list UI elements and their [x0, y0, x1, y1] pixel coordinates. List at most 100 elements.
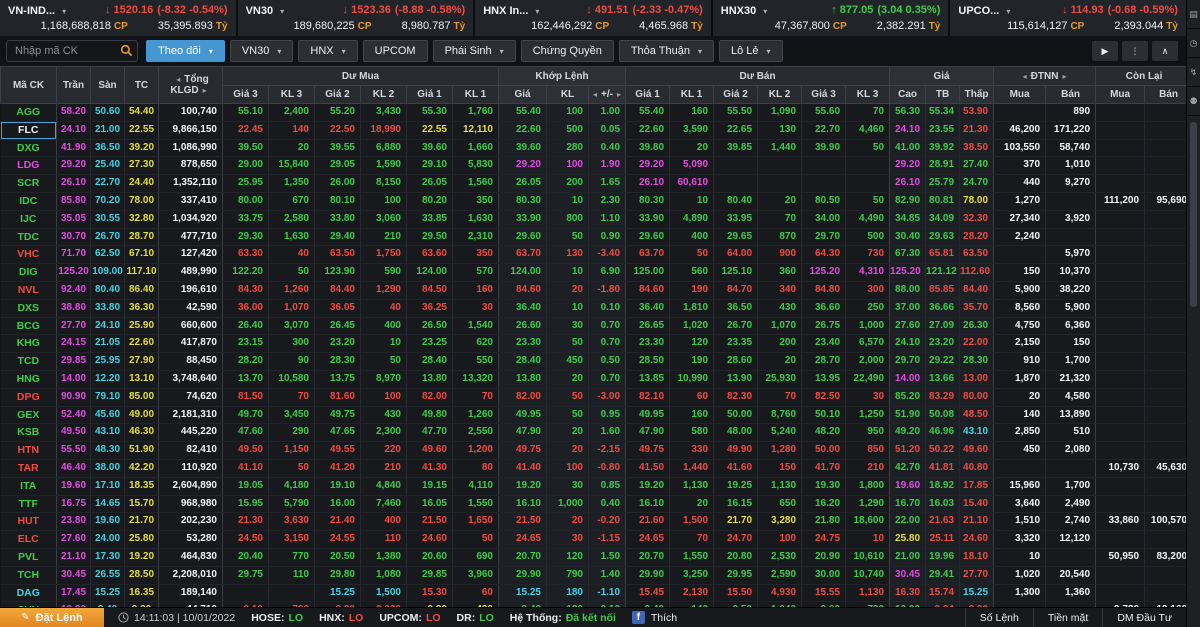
ticker-cell-DPG[interactable]: DPG	[1, 388, 57, 406]
ticker-cell-DXG[interactable]: DXG	[1, 139, 57, 157]
chevron-down-icon: ▾	[767, 47, 771, 56]
ticker-cell-ITA[interactable]: ITA	[1, 477, 57, 495]
tab-upcom[interactable]: UPCOM	[363, 40, 428, 62]
data-cell: 58,740	[1046, 139, 1096, 157]
tab-hnx[interactable]: HNX▾	[298, 40, 357, 62]
scroll-right-icon[interactable]: ▸	[1062, 72, 1066, 81]
ticker-cell-GEX[interactable]: GEX	[1, 406, 57, 424]
data-cell: 19.30	[802, 477, 846, 495]
search-input[interactable]	[6, 40, 138, 62]
data-cell: 63.60	[407, 246, 453, 264]
data-cell: 17.85	[960, 477, 994, 495]
data-cell: 48.00	[714, 424, 758, 442]
ticker-cell-DXS[interactable]: DXS	[1, 299, 57, 317]
alert-icon[interactable]: ◷	[1187, 29, 1200, 58]
data-cell: 51.90	[125, 442, 159, 460]
ticker-cell-ELC[interactable]: ELC	[1, 531, 57, 549]
tab-phái-sinh[interactable]: Phái Sinh▾	[433, 40, 516, 62]
scroll-right-icon[interactable]: ▸	[617, 90, 621, 99]
ticker-cell-AGG[interactable]: AGG	[1, 104, 57, 122]
vertical-scrollbar[interactable]	[1190, 122, 1197, 307]
ticker-cell-LDG[interactable]: LDG	[1, 157, 57, 175]
data-cell: 1,020	[670, 317, 714, 335]
ticker-cell-TAR[interactable]: TAR	[1, 459, 57, 477]
board-tabs: Theo dõi▾VN30▾HNX▾ UPCOMPhái Sinh▾Chứng Q…	[146, 40, 788, 62]
footer-link-portfolio[interactable]: DM Đầu Tư	[1102, 608, 1186, 627]
footer-link-orders[interactable]: Số Lệnh	[965, 608, 1033, 627]
ticker-cell-DAG[interactable]: DAG	[1, 584, 57, 602]
facebook-icon[interactable]: f	[632, 611, 645, 624]
data-cell: 430	[758, 299, 802, 317]
data-cell: -2.15	[589, 442, 626, 460]
ticker-cell-FLC[interactable]: FLC	[1, 121, 57, 139]
ticker-cell-SCR[interactable]: SCR	[1, 175, 57, 193]
data-cell: 26.75	[802, 317, 846, 335]
data-cell: 35.05	[57, 210, 91, 228]
index-value: ↓ 1523.36(-8.88 -0.58%)	[343, 4, 466, 16]
ticker-cell-PVL[interactable]: PVL	[1, 548, 57, 566]
sub-header-thp: Thấp	[960, 86, 994, 104]
data-cell: 16.00	[315, 495, 361, 513]
data-cell: 47.90	[626, 424, 670, 442]
data-cell: 160	[670, 406, 714, 424]
flash-icon[interactable]: ↯	[1187, 58, 1200, 87]
tab-chứng-quyền[interactable]: Chứng Quyền	[521, 40, 614, 62]
chevron-down-icon[interactable]: ▾	[535, 7, 539, 16]
index-card-upco[interactable]: UPCO...▾↓ 114.93(-0.68 -0.59%)115,614,12…	[950, 0, 1186, 36]
ticker-cell-IDC[interactable]: IDC	[1, 192, 57, 210]
index-name: VN-IND...▾	[8, 1, 66, 19]
place-order-button[interactable]: ✎ Đặt Lệnh	[0, 608, 104, 627]
scroll-left-icon[interactable]: ◂	[176, 75, 180, 84]
tab-thỏa-thuận[interactable]: Thỏa Thuận▾	[619, 40, 714, 62]
tab-vn30[interactable]: VN30▾	[230, 40, 294, 62]
data-cell: 117.10	[125, 264, 159, 282]
play-button[interactable]: ▶	[1092, 41, 1118, 61]
ticker-cell-TCD[interactable]: TCD	[1, 353, 57, 371]
data-cell	[1096, 175, 1145, 193]
chevron-down-icon[interactable]: ▾	[1006, 7, 1010, 16]
data-cell: 27.40	[960, 157, 994, 175]
data-cell: 52.40	[57, 406, 91, 424]
index-card-vnind[interactable]: VN-IND...▾↓ 1520.16(-8.32 -0.54%)1,168,6…	[0, 0, 236, 36]
chevron-down-icon[interactable]: ▾	[62, 7, 66, 16]
chevron-down-icon: ▾	[698, 47, 702, 56]
data-cell: 1,010	[1046, 157, 1096, 175]
ticker-cell-HUT[interactable]: HUT	[1, 513, 57, 531]
more-options-button[interactable]: ⋮	[1122, 41, 1148, 61]
footer-link-cash[interactable]: Tiền mặt	[1033, 608, 1102, 627]
collapse-up-button[interactable]: ∧	[1152, 41, 1178, 61]
tab-lô-lẻ[interactable]: Lô Lẻ▾	[719, 40, 783, 62]
ticker-cell-DIG[interactable]: DIG	[1, 264, 57, 282]
ticker-cell-NVL[interactable]: NVL	[1, 281, 57, 299]
index-card-hnx30[interactable]: HNX30▾↑ 877.05(3.04 0.35%)47,367,800CP2,…	[713, 0, 949, 36]
search-icon[interactable]	[120, 44, 133, 62]
board-icon[interactable]: ▤	[1187, 0, 1200, 29]
data-cell: 43.10	[91, 424, 125, 442]
data-cell: 53.90	[960, 104, 994, 122]
scroll-left-icon[interactable]: ◂	[1023, 72, 1027, 81]
ticker-cell-TCH[interactable]: TCH	[1, 566, 57, 584]
tab-theo-dõi[interactable]: Theo dõi▾	[146, 40, 225, 62]
ticker-cell-IJC[interactable]: IJC	[1, 210, 57, 228]
data-cell: 25.11	[926, 531, 960, 549]
chevron-down-icon[interactable]: ▾	[280, 7, 284, 16]
data-cell: 125.20	[802, 264, 846, 282]
data-cell: 580	[670, 424, 714, 442]
ticker-cell-TDC[interactable]: TDC	[1, 228, 57, 246]
like-link[interactable]: Thích	[651, 612, 677, 624]
ticker-cell-TTF[interactable]: TTF	[1, 495, 57, 513]
data-cell: 1,750	[361, 246, 407, 264]
users-icon[interactable]: ⚉	[1187, 87, 1200, 116]
chevron-down-icon[interactable]: ▾	[763, 7, 767, 16]
ticker-cell-VHC[interactable]: VHC	[1, 246, 57, 264]
scroll-right-icon[interactable]: ▸	[203, 86, 207, 95]
ticker-cell-BCG[interactable]: BCG	[1, 317, 57, 335]
data-cell: 28.40	[499, 353, 547, 371]
scroll-left-icon[interactable]: ◂	[593, 90, 597, 99]
ticker-cell-HTN[interactable]: HTN	[1, 442, 57, 460]
ticker-cell-KSB[interactable]: KSB	[1, 424, 57, 442]
ticker-cell-KHG[interactable]: KHG	[1, 335, 57, 353]
index-card-vn30[interactable]: VN30▾↓ 1523.36(-8.88 -0.58%)189,680,225C…	[238, 0, 474, 36]
ticker-cell-HNG[interactable]: HNG	[1, 370, 57, 388]
index-card-hnxin[interactable]: HNX In...▾↓ 491.51(-2.33 -0.47%)162,446,…	[475, 0, 711, 36]
